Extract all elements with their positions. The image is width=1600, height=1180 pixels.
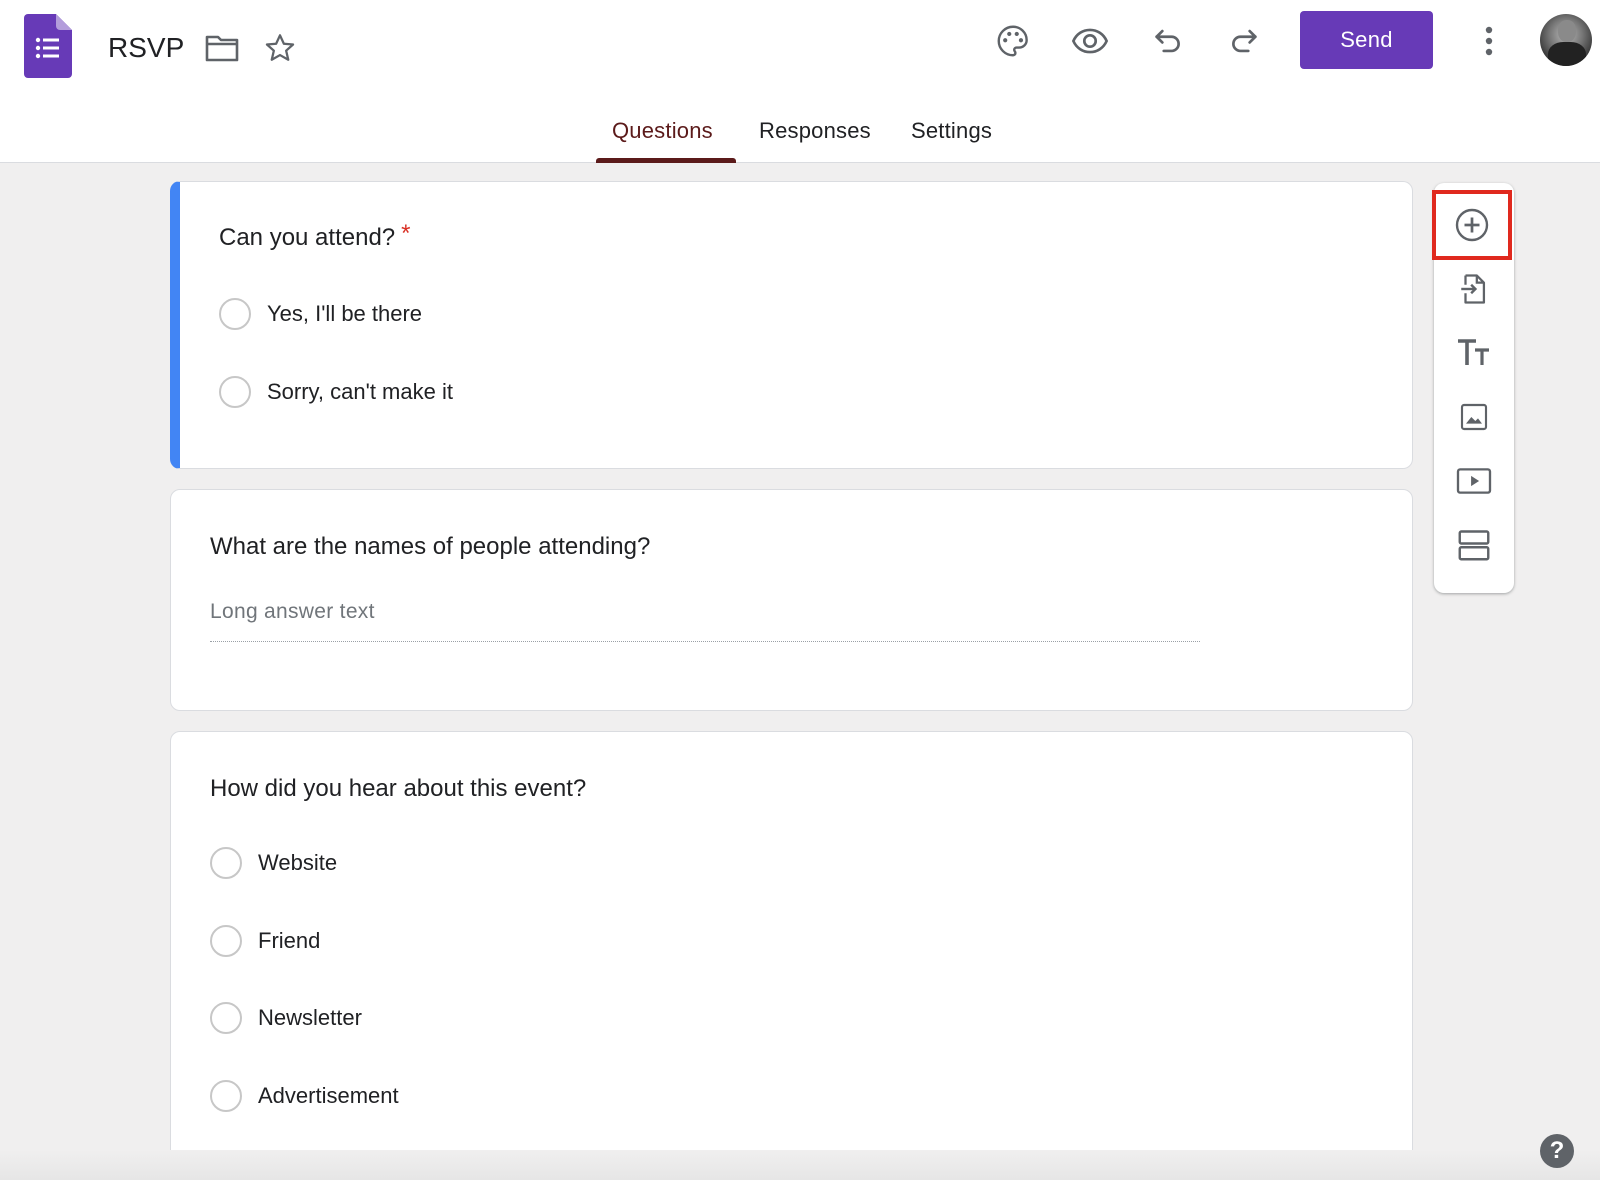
radio-circle[interactable] [210,1080,242,1112]
long-answer-field[interactable]: Long answer text [210,600,1200,642]
more-vert-icon[interactable] [1474,21,1504,61]
bottom-shade [0,1150,1600,1180]
radio-option[interactable]: Advertisement [210,1079,399,1113]
radio-circle[interactable] [219,376,251,408]
add-question-icon [1455,208,1489,242]
avatar[interactable] [1540,14,1592,66]
radio-option[interactable]: Website [210,846,337,880]
tab-questions[interactable]: Questions [612,118,713,144]
option-label: Friend [258,928,321,953]
floating-toolbar [1432,183,1514,593]
question-title[interactable]: Can you attend? * [219,220,410,252]
radio-circle[interactable] [210,925,242,957]
add-section-button[interactable] [1434,513,1514,577]
question-card[interactable]: What are the names of people attending? … [170,489,1413,711]
undo-icon[interactable] [1148,21,1188,61]
add-section-icon [1458,530,1490,561]
add-image-icon [1460,403,1488,431]
folder-icon[interactable] [204,30,240,66]
radio-option[interactable]: Newsletter [210,1001,362,1035]
forms-logo-icon[interactable] [24,14,72,78]
option-label: Newsletter [258,1005,362,1030]
question-title[interactable]: What are the names of people attending? [210,533,650,561]
radio-option[interactable]: Sorry, can't make it [219,375,453,409]
import-questions-icon [1461,274,1486,304]
send-button[interactable]: Send [1300,11,1433,69]
redo-icon[interactable] [1224,21,1264,61]
option-label: Website [258,850,338,875]
add-title-icon [1458,339,1489,365]
star-icon[interactable] [262,30,298,66]
option-label: Sorry, can't make it [267,379,453,404]
active-tab-indicator [596,158,736,163]
radio-option[interactable]: Yes, I'll be there [219,297,422,331]
option-label: Advertisement [258,1083,399,1108]
import-questions-button[interactable] [1434,257,1514,321]
question-title-text: Can you attend? [219,224,396,251]
question-card[interactable]: Can you attend? * Yes, I'll be there Sorr… [170,181,1413,469]
form-tabs: Questions Responses Settings [0,100,1600,163]
form-title[interactable]: RSVP [108,28,184,68]
add-question-button[interactable] [1432,190,1512,260]
preview-eye-icon[interactable] [1070,21,1110,61]
radio-option[interactable]: Friend [210,924,320,958]
avatar-body [1548,42,1586,66]
question-title[interactable]: How did you hear about this event? [210,775,586,803]
tab-responses[interactable]: Responses [759,118,871,144]
radio-circle[interactable] [219,298,251,330]
add-video-icon [1456,468,1492,494]
help-icon[interactable]: ? [1540,1134,1574,1168]
app-header: RSVP Send Questions Responses Settings [0,0,1600,163]
option-label: Yes, I'll be there [267,301,423,326]
tab-settings[interactable]: Settings [911,118,992,144]
radio-circle[interactable] [210,847,242,879]
palette-icon[interactable] [993,21,1033,61]
add-image-button[interactable] [1434,385,1514,449]
avatar-head [1558,20,1576,42]
add-title-button[interactable] [1434,321,1514,385]
required-asterisk: * [401,220,411,247]
add-video-button[interactable] [1434,449,1514,513]
radio-circle[interactable] [210,1002,242,1034]
question-card[interactable]: How did you hear about this event? Websi… [170,731,1413,1177]
